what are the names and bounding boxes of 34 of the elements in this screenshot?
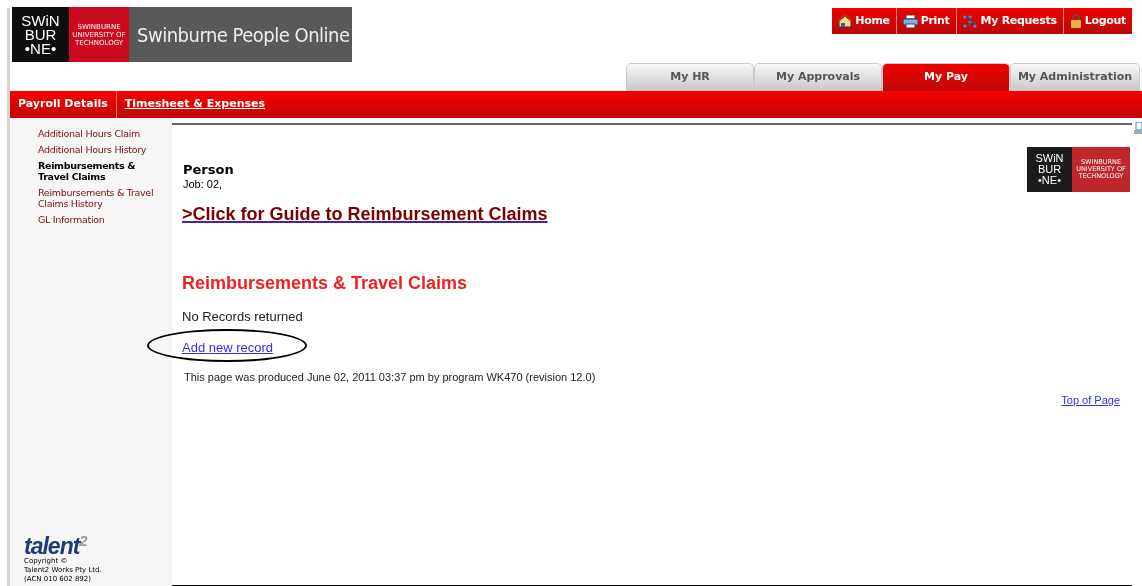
header-button[interactable]: Print bbox=[895, 8, 956, 34]
guide-link[interactable]: >Click for Guide to Reimbursement Claims bbox=[182, 201, 548, 228]
add-record-link[interactable]: Add new record bbox=[182, 339, 274, 355]
sidebar-link[interactable]: Additional Hours Claim bbox=[38, 128, 162, 139]
logo-text: •NE• bbox=[1038, 175, 1061, 186]
logo-text: •NE• bbox=[24, 41, 57, 56]
section-heading: Reimbursements & Travel Claims bbox=[182, 272, 468, 295]
printer-icon bbox=[902, 14, 918, 28]
logo-text: BUR bbox=[24, 27, 57, 42]
logo-text: BUR bbox=[1037, 164, 1062, 175]
sidebar-link[interactable]: Additional Hours History bbox=[38, 144, 162, 155]
status-message: No Records returned bbox=[182, 308, 303, 326]
sidebar-link[interactable]: Reimbursements & Travel Claims bbox=[38, 160, 162, 182]
person-name: Person bbox=[183, 162, 234, 177]
house-icon bbox=[838, 14, 853, 28]
nav-tab[interactable]: My HR bbox=[626, 63, 754, 91]
nodes-icon bbox=[962, 14, 978, 28]
sidebar-link[interactable]: GL Information bbox=[38, 214, 162, 225]
top-of-page-link[interactable]: Top of Page bbox=[1061, 392, 1120, 409]
logo-text: SWiN bbox=[21, 13, 60, 28]
page-footer-note: This page was produced June 02, 2011 03:37 pm by program WK470 (revision 12.0) bbox=[184, 369, 596, 385]
sidebar-link[interactable]: Reimbursements & Travel Claims History bbox=[38, 187, 162, 209]
nav-tab[interactable]: My Administration bbox=[1010, 63, 1140, 91]
header-button[interactable]: Logout bbox=[1062, 8, 1132, 34]
nav-tab[interactable]: My Pay bbox=[882, 63, 1010, 91]
header-button[interactable]: My Requests bbox=[955, 8, 1063, 34]
nav-tab[interactable]: My Approvals bbox=[754, 63, 882, 91]
site-title: Swinburne People Online bbox=[136, 21, 351, 49]
job-text: Job: 02, bbox=[183, 177, 223, 191]
logo-text: SWiN bbox=[1035, 153, 1064, 164]
subnav-link[interactable]: Payroll Details bbox=[10, 91, 116, 118]
header-button[interactable]: Home bbox=[832, 8, 896, 34]
printer-icon[interactable] bbox=[1134, 122, 1142, 134]
padlock-icon bbox=[1069, 14, 1082, 28]
